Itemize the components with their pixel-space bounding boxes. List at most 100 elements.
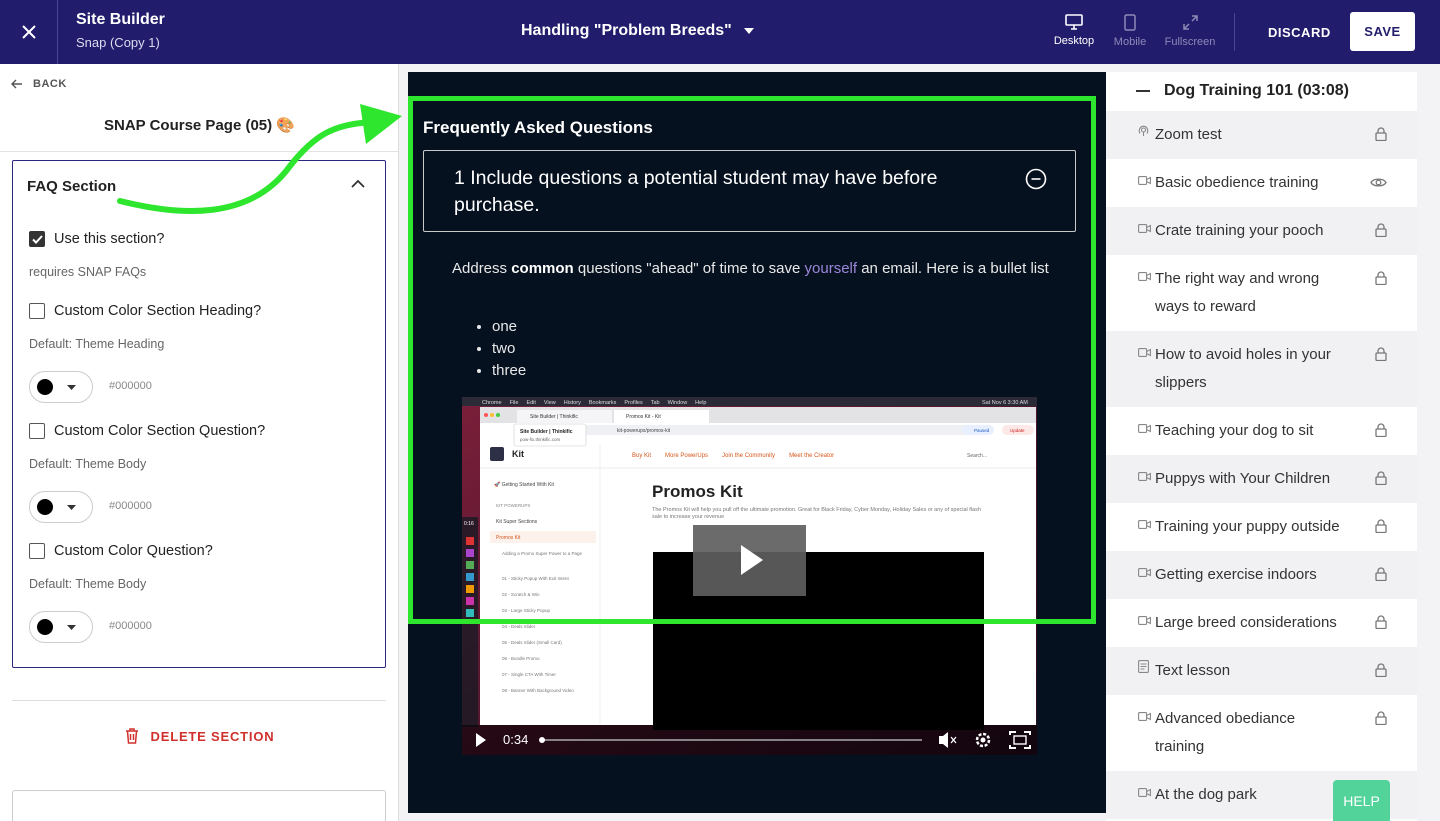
lesson-item[interactable]: Crate training your pooch — [1106, 207, 1417, 255]
caret-down-icon — [67, 384, 76, 390]
divider — [12, 700, 386, 701]
lesson-title: The right way and wrong ways to reward — [1155, 270, 1320, 315]
save-button[interactable]: SAVE — [1350, 12, 1415, 51]
lesson-item[interactable]: How to avoid holes in your slippers — [1106, 331, 1417, 407]
check-icon — [31, 234, 43, 244]
progress-handle[interactable] — [539, 737, 545, 743]
question-color-picker[interactable] — [29, 611, 93, 643]
custom-heading-color-default: Default: Theme Heading — [29, 337, 165, 351]
lesson-item[interactable]: Teaching your dog to sit — [1106, 407, 1417, 455]
site-side-sub: 07 - Single CTA With Timer — [502, 672, 556, 677]
checkbox[interactable] — [29, 543, 45, 559]
lesson-title: Crate training your pooch — [1155, 222, 1324, 239]
lesson-title: How to avoid holes in your slippers — [1155, 346, 1331, 391]
lesson-title: Getting exercise indoors — [1155, 566, 1317, 583]
zoom-icon — [1138, 124, 1155, 141]
video-icon — [1138, 344, 1155, 361]
mobile-icon — [1124, 14, 1136, 31]
custom-question-color-checkbox[interactable]: Custom Color Question? — [29, 543, 213, 559]
view-desktop-label: Desktop — [1053, 35, 1095, 47]
checkbox-checked[interactable] — [29, 231, 45, 247]
page-preview: Frequently Asked Questions 1 Include que… — [408, 72, 1106, 813]
chevron-up-icon[interactable] — [351, 179, 365, 188]
lesson-title: Basic obedience training — [1155, 174, 1319, 191]
checkbox[interactable] — [29, 303, 45, 319]
lock-icon — [1375, 347, 1387, 365]
video-icon — [1138, 172, 1155, 189]
video-icon — [1138, 468, 1155, 485]
lesson-item[interactable]: Large breed considerations — [1106, 599, 1417, 647]
lock-icon — [1375, 271, 1387, 289]
divider — [0, 151, 398, 152]
video-icon — [1138, 420, 1155, 437]
custom-section-question-color-default: Default: Theme Body — [29, 457, 147, 471]
highlight-box — [408, 96, 1096, 624]
back-label: BACK — [33, 78, 67, 90]
custom-heading-color-checkbox[interactable]: Custom Color Section Heading? — [29, 303, 261, 319]
close-button[interactable] — [0, 0, 58, 64]
lock-icon — [1375, 663, 1387, 681]
video-icon — [1138, 612, 1155, 629]
eye-icon[interactable] — [1370, 175, 1387, 192]
video-icon — [1138, 516, 1155, 533]
checkbox[interactable] — [29, 423, 45, 439]
lesson-item[interactable]: The right way and wrong ways to reward — [1106, 255, 1417, 331]
video-icon — [1138, 708, 1155, 725]
lesson-title: Advanced obediance training — [1155, 710, 1296, 755]
discard-button[interactable]: DISCARD — [1268, 25, 1331, 40]
lesson-title: Puppys with Your Children — [1155, 470, 1331, 487]
use-section-hint: requires SNAP FAQs — [29, 265, 147, 279]
delete-section-button[interactable]: DELETE SECTION — [0, 728, 398, 744]
lesson-title: Large breed considerations — [1155, 614, 1337, 631]
view-fullscreen-label: Fullscreen — [1164, 36, 1216, 48]
faq-section-card: FAQ Section Use this section? requires S… — [12, 160, 386, 668]
lock-icon — [1375, 615, 1387, 633]
back-link[interactable]: BACK — [11, 78, 67, 90]
lesson-title: Text lesson — [1155, 662, 1231, 679]
lock-icon — [1375, 127, 1387, 145]
view-desktop-button[interactable]: Desktop — [1046, 14, 1102, 47]
custom-section-question-color-checkbox[interactable]: Custom Color Section Question? — [29, 423, 265, 439]
video-icon — [1138, 564, 1155, 581]
page-selector[interactable]: Handling "Problem Breeds" — [521, 22, 754, 40]
caret-down-icon — [743, 28, 754, 34]
scrollbar[interactable] — [1417, 72, 1440, 821]
section-question-color-hex: #000000 — [109, 500, 152, 512]
view-mobile-label: Mobile — [1113, 36, 1147, 48]
site-side-sub: 05 - Deals Slider (Small Card) — [502, 640, 562, 645]
custom-heading-color-label: Custom Color Section Heading? — [54, 303, 262, 319]
chapter-header[interactable]: Dog Training 101 (03:08) — [1106, 72, 1417, 110]
lesson-item[interactable]: Text lesson — [1106, 647, 1417, 695]
delete-section-label: DELETE SECTION — [150, 728, 275, 744]
caret-down-icon — [67, 624, 76, 630]
video-icon — [1138, 268, 1155, 285]
lesson-item[interactable]: Advanced obediance training — [1106, 695, 1417, 771]
lock-icon — [1375, 567, 1387, 585]
view-fullscreen-button[interactable]: Fullscreen — [1162, 14, 1218, 48]
color-swatch — [37, 499, 53, 515]
top-bar: Site Builder Snap (Copy 1) Handling "Pro… — [0, 0, 1440, 64]
site-side-sub: 06 - Bundle Promo — [502, 656, 540, 661]
section-title: FAQ Section — [27, 178, 117, 195]
help-button[interactable]: HELP — [1333, 780, 1390, 821]
topbar-divider — [1234, 13, 1235, 51]
video-time: 0:34 — [503, 732, 528, 747]
use-section-checkbox[interactable]: Use this section? — [29, 231, 164, 247]
lesson-title: Zoom test — [1155, 126, 1222, 143]
color-swatch — [37, 379, 53, 395]
lesson-item[interactable]: Getting exercise indoors — [1106, 551, 1417, 599]
lesson-item[interactable]: Puppys with Your Children — [1106, 455, 1417, 503]
lock-icon — [1375, 711, 1387, 729]
view-mobile-button[interactable]: Mobile — [1102, 14, 1158, 48]
save-section-button[interactable] — [12, 790, 386, 821]
fullscreen-icon — [1182, 15, 1198, 30]
section-question-color-picker[interactable] — [29, 491, 93, 523]
lesson-title: Teaching your dog to sit — [1155, 422, 1314, 439]
chapter-title: Dog Training 101 (03:08) — [1164, 82, 1349, 99]
use-section-label: Use this section? — [54, 231, 165, 247]
lesson-item[interactable]: Zoom test — [1106, 111, 1417, 159]
site-side-sub: 04 - Deals Slider — [502, 624, 536, 629]
heading-color-picker[interactable] — [29, 371, 93, 403]
lesson-item[interactable]: Training your puppy outside — [1106, 503, 1417, 551]
lesson-item[interactable]: Basic obedience training — [1106, 159, 1417, 207]
